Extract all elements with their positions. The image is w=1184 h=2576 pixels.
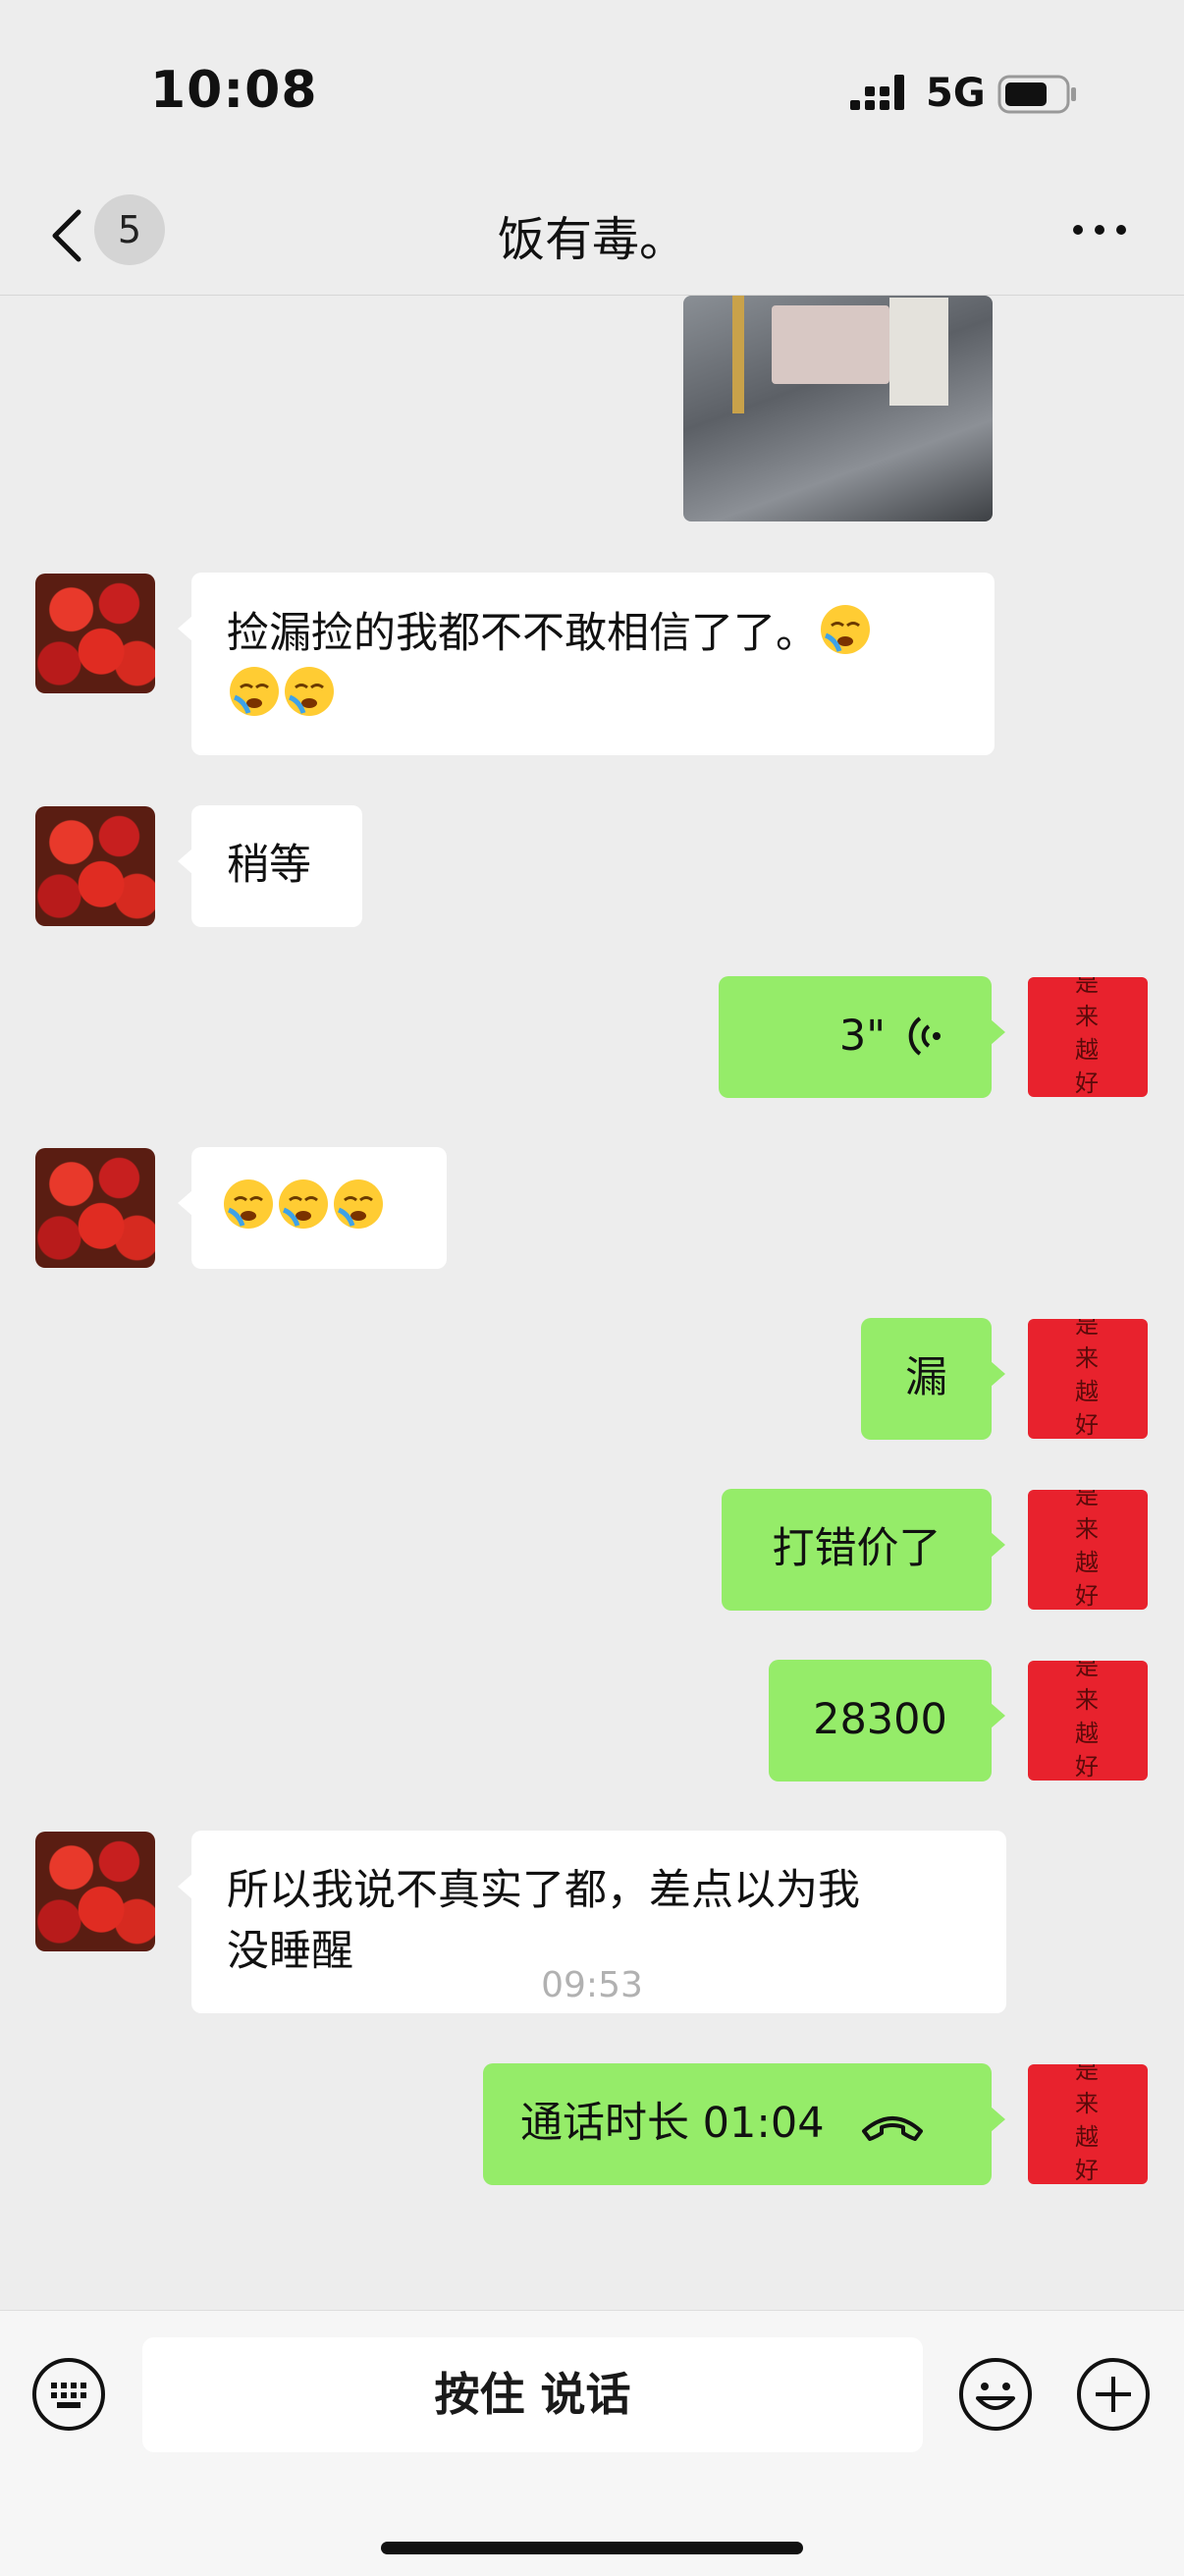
network-type: 5G [926,71,986,116]
avatar-calligraphy-char: 来 [1075,1515,1099,1543]
message-list[interactable]: 捡漏捡的我都不不敢相信了了。 稍等 3" 是来越好 漏 是来越好 打错价了 是来… [0,296,1184,2309]
message-text: 稍等 [227,841,311,890]
facepalm-cry-emoji-icon [285,667,334,716]
avatar-calligraphy-char: 来 [1075,1003,1099,1030]
avatar-calligraphy-char: 越 [1075,1549,1099,1576]
facepalm-cry-emoji-icon [279,1179,328,1229]
facepalm-cry-emoji-icon [821,605,870,654]
facepalm-cry-emoji-icon [334,1179,383,1229]
avatar-calligraphy-char: 是 [1075,2064,1099,2084]
avatar-calligraphy-char: 越 [1075,1720,1099,1747]
hold-to-talk-button[interactable]: 按住 说话 [142,2337,923,2452]
status-bar: 10:08 5G [0,0,1184,177]
image-message[interactable] [683,296,993,521]
my-avatar[interactable]: 是来越好 [1028,977,1148,1097]
message-text: 28300 [813,1695,947,1744]
facepalm-cry-emoji-icon [230,667,279,716]
contact-avatar[interactable] [35,806,155,926]
avatar-calligraphy-char: 好 [1075,1582,1099,1610]
keyboard-icon[interactable] [31,2357,106,2432]
contact-avatar[interactable] [35,1832,155,1951]
avatar-calligraphy-char: 好 [1075,1069,1099,1097]
contact-avatar[interactable] [35,574,155,693]
avatar-calligraphy-char: 是 [1075,1661,1099,1680]
cellular-signal-icon [850,75,904,110]
phone-hangup-icon [861,2116,923,2141]
my-avatar[interactable]: 是来越好 [1028,1661,1148,1781]
incoming-message-bubble[interactable]: 捡漏捡的我都不不敢相信了了。 [178,573,995,755]
voice-message-bubble[interactable]: 3" [719,976,1005,1098]
plus-icon[interactable] [1076,2357,1151,2432]
call-duration-text: 通话时长 01:04 [520,2099,825,2148]
message-text: 打错价了 [772,1524,942,1573]
input-bar: 按住 说话 [0,2310,1184,2576]
photo-detail [732,296,744,413]
call-record-bubble[interactable]: 通话时长 01:04 [483,2063,1005,2185]
avatar-calligraphy-char: 是 [1075,1490,1099,1509]
avatar-calligraphy-char: 越 [1075,1378,1099,1405]
message-text: 捡漏捡的我都不不敢相信了了。 [227,609,818,658]
photo-detail [889,298,948,406]
my-avatar[interactable]: 是来越好 [1028,2064,1148,2184]
outgoing-message-bubble[interactable]: 漏 [861,1318,1005,1440]
more-options-icon[interactable] [1070,220,1129,240]
voice-wave-icon [908,1016,941,1056]
status-time: 10:08 [150,61,318,120]
my-avatar[interactable]: 是来越好 [1028,1490,1148,1610]
voice-duration: 3" [838,1012,886,1061]
avatar-calligraphy-char: 来 [1075,1344,1099,1372]
avatar-calligraphy-char: 越 [1075,2123,1099,2151]
avatar-calligraphy-char: 好 [1075,1411,1099,1439]
contact-avatar[interactable] [35,1148,155,1268]
avatar-calligraphy-char: 是 [1075,1319,1099,1339]
avatar-calligraphy-char: 是 [1075,977,1099,997]
photo-detail [772,305,889,384]
my-avatar[interactable]: 是来越好 [1028,1319,1148,1439]
chat-title: 饭有毒。 [497,212,686,267]
message-timestamp: 09:53 [541,1965,643,2005]
incoming-emoji-bubble[interactable] [178,1147,447,1269]
outgoing-message-bubble[interactable]: 打错价了 [722,1489,1005,1611]
avatar-calligraphy-char: 来 [1075,2090,1099,2117]
emoji-icon[interactable] [958,2357,1033,2432]
avatar-calligraphy-char: 越 [1075,1036,1099,1064]
outgoing-message-bubble[interactable]: 28300 [769,1660,1005,1781]
battery-icon [997,75,1076,114]
avatar-calligraphy-char: 好 [1075,1753,1099,1781]
home-indicator[interactable] [381,2542,803,2554]
message-text: 所以我说不真实了都，差点以为我 [227,1866,860,1915]
avatar-calligraphy-char: 来 [1075,1686,1099,1714]
facepalm-cry-emoji-icon [224,1179,273,1229]
incoming-message-bubble[interactable]: 稍等 [178,805,362,927]
message-text: 漏 [905,1353,947,1402]
avatar-calligraphy-char: 好 [1075,2157,1099,2184]
